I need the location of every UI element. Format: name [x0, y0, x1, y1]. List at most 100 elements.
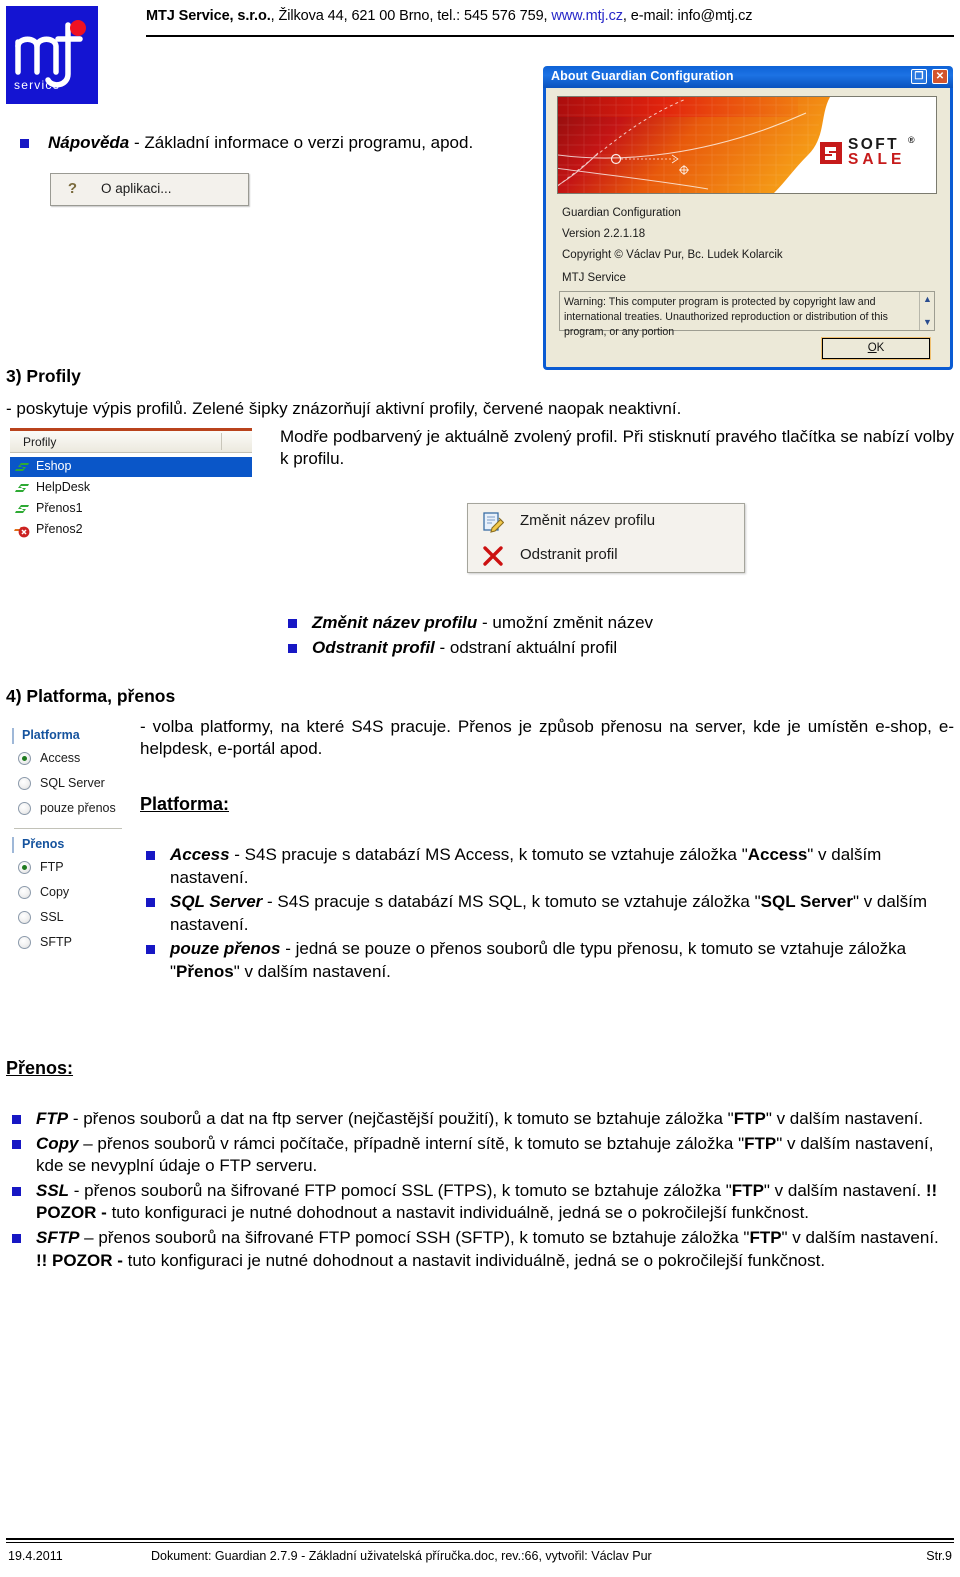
platforma-subheading: Platforma: — [140, 794, 230, 814]
profily-list-widget[interactable]: Profily Eshop HelpDesk Přenos1 Přenos2 — [10, 428, 252, 538]
ok-button-accel: O — [867, 342, 877, 354]
radio-button-icon[interactable] — [18, 911, 31, 924]
context-menu-item-rename[interactable]: Změnit název profilu — [468, 505, 744, 539]
column-separator[interactable] — [221, 433, 222, 450]
active-profile-arrows-icon — [14, 480, 30, 496]
profile-row-prenos2[interactable]: Přenos2 — [10, 520, 252, 540]
bullet-bold-label: Access — [170, 845, 230, 864]
header-divider — [146, 35, 954, 37]
footer-date: 19.4.2011 — [8, 1549, 63, 1563]
radio-button-icon[interactable] — [18, 802, 31, 815]
footer-divider-thick — [6, 1538, 954, 1540]
bullet-square-icon — [288, 643, 297, 653]
profile-context-menu[interactable]: Změnit název profilu Odstranit profil — [467, 503, 745, 573]
bullet-square-icon — [12, 1115, 21, 1124]
context-menu-label: Odstranit profil — [520, 546, 618, 563]
bullet-part-emphasis: SQL Server — [760, 892, 853, 912]
bullet-zmenit-nazev-profilu: Změnit název profilu - umožní změnit náz… — [282, 612, 954, 635]
bullet-part-emphasis: Přenos — [176, 962, 234, 982]
copyright-warning-textbox[interactable]: Warning: This computer program is protec… — [559, 291, 935, 338]
bullet-ssl: SSL - přenos souborů na šifrované FTP po… — [6, 1180, 954, 1225]
radio-label: SQL Server — [40, 776, 105, 790]
o-aplikaci-menu-item[interactable]: ? O aplikaci... — [50, 173, 249, 206]
profile-row-prenos1[interactable]: Přenos1 — [10, 499, 252, 519]
o-aplikaci-label: O aplikaci... — [101, 181, 172, 196]
svg-text:®: ® — [908, 135, 915, 145]
warning-scrollbar[interactable]: ▲ ▼ — [919, 292, 934, 330]
bullet-bold-label: Odstranit profil — [312, 637, 435, 657]
active-profile-arrows-icon — [14, 501, 30, 517]
softsale-banner-graphic: SOFT ® SALE — [557, 96, 937, 194]
inactive-profile-error-icon — [14, 522, 30, 538]
radio-label: SSL — [40, 910, 64, 924]
header-email: , e-mail: info@mtj.cz — [622, 8, 753, 24]
ok-button[interactable]: OK — [821, 337, 931, 360]
section3-intro: - poskytuje výpis profilů. Zelené šipky … — [6, 399, 682, 418]
mtj-service-logo: service — [6, 6, 98, 104]
section4-heading: 4) Platforma, přenos — [6, 686, 176, 706]
platforma-prenos-radio-panel[interactable]: Platforma Access SQL Server pouze přenos… — [8, 725, 130, 970]
radio-button-icon-selected[interactable] — [18, 752, 31, 765]
radio-label: pouze přenos — [40, 801, 116, 815]
radio-button-icon[interactable] — [18, 777, 31, 790]
profile-label: Eshop — [36, 459, 72, 473]
question-mark-icon: ? — [67, 180, 78, 197]
napoveda-bold-label: Nápověda — [48, 133, 130, 152]
prenos-group-bar — [12, 837, 14, 853]
profily-column-header-label: Profily — [23, 435, 57, 449]
bullet-part: - S4S pracuje s databází MS Access, k to… — [229, 845, 748, 864]
header-company-line: MTJ Service, s.r.o., Žilkova 44, 621 00 … — [146, 8, 956, 24]
platforma-bullet-list: Access - S4S pracuje s databází MS Acces… — [140, 844, 954, 986]
header-website-link[interactable]: www.mtj.cz — [551, 8, 623, 24]
bullet-square-icon — [288, 619, 297, 628]
radio-button-icon[interactable] — [18, 936, 31, 949]
close-window-icon[interactable]: ✕ — [932, 69, 948, 84]
napoveda-rest-text: - Základní informace o verzi programu, a… — [129, 133, 474, 152]
bullet-bold-label: FTP — [36, 1109, 69, 1128]
section3-heading: 3) Profily — [6, 366, 81, 386]
bullet-square-icon — [20, 139, 29, 148]
scroll-down-icon[interactable]: ▼ — [921, 316, 934, 329]
context-menu-item-delete[interactable]: Odstranit profil — [468, 539, 744, 573]
bullet-part-emphasis: FTP — [744, 1133, 777, 1153]
about-guardian-configuration-dialog[interactable]: About Guardian Configuration ❐ ✕ SOFT ® … — [543, 66, 953, 370]
edit-document-icon — [482, 511, 505, 533]
radio-panel-divider — [14, 828, 122, 829]
bullet-pouze-prenos: pouze přenos - jedná se pouze o přenos s… — [140, 938, 954, 983]
radio-button-icon[interactable] — [18, 886, 31, 899]
bullet-part: - S4S pracuje s databází MS SQL, k tomut… — [262, 892, 761, 912]
footer-page-number: Str.9 — [926, 1549, 952, 1563]
context-menu-label: Změnit název profilu — [520, 512, 656, 529]
scroll-up-icon[interactable]: ▲ — [921, 293, 934, 306]
profile-row-helpdesk[interactable]: HelpDesk — [10, 478, 252, 498]
bullet-part: – přenos souborů v rámci počítače, přípa… — [78, 1133, 745, 1153]
profile-label: HelpDesk — [36, 480, 91, 494]
bullet-square-icon — [146, 851, 155, 860]
bullet-square-icon — [12, 1234, 21, 1244]
radio-label: FTP — [40, 860, 64, 874]
bullet-part-emphasis: Access — [747, 845, 808, 864]
prenos-subheading: Přenos: — [6, 1058, 74, 1078]
restore-window-icon[interactable]: ❐ — [911, 69, 927, 84]
radio-label: Access — [40, 751, 81, 765]
section3-paragraph: Modře podbarvený je aktuálně zvolený pro… — [280, 427, 954, 469]
bullet-bold-label: Změnit název profilu — [312, 613, 478, 632]
radio-button-icon-selected[interactable] — [18, 861, 31, 874]
bullet-sql-server: SQL Server - S4S pracuje s databází MS S… — [140, 891, 954, 936]
footer-document-name: Dokument: Guardian 2.7.9 - Základní uživ… — [151, 1549, 652, 1563]
bullet-bold-label: pouze přenos — [170, 939, 281, 959]
profile-label: Přenos2 — [36, 522, 83, 536]
bullet-sftp: SFTP – přenos souborů na šifrované FTP p… — [6, 1227, 954, 1272]
bullet-part: - přenos souborů a dat na ftp server (ne… — [68, 1109, 734, 1128]
dialog-title-bar[interactable]: About Guardian Configuration ❐ ✕ — [543, 66, 953, 88]
dialog-body: SOFT ® SALE Guardian Configuration Versi… — [546, 88, 950, 364]
bullet-square-icon — [12, 1186, 21, 1196]
bullet-bold-label: Copy — [36, 1133, 79, 1153]
prenos-group-title: Přenos — [22, 837, 65, 851]
document-page: service MTJ Service, s.r.o., Žilkova 44,… — [0, 0, 960, 1577]
profile-row-eshop[interactable]: Eshop — [10, 457, 252, 477]
profily-column-header[interactable]: Profily — [10, 431, 252, 453]
bullet-part: " v dalším nastavení. — [763, 1180, 926, 1200]
bullet-rest-text: - umožní změnit název — [477, 613, 654, 632]
bullet-access: Access - S4S pracuje s databází MS Acces… — [140, 844, 954, 889]
